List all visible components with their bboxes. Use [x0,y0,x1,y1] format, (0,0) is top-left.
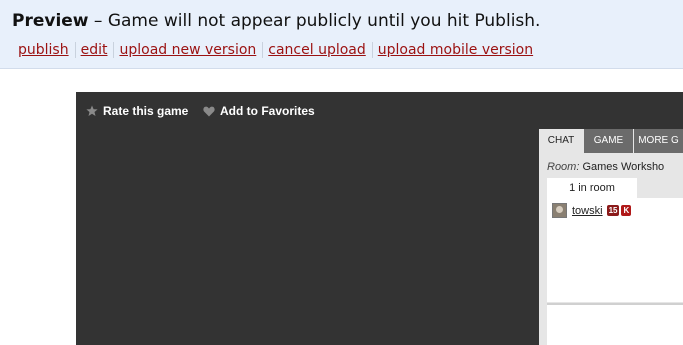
preview-title: Preview [12,11,89,31]
rate-game-button[interactable]: Rate this game [86,104,188,118]
tab-game[interactable]: GAME [584,129,633,153]
add-to-favorites-button[interactable]: Add to Favorites [203,104,315,118]
room-name: Games Worksho [582,161,665,173]
rate-game-label: Rate this game [103,104,189,118]
tab-more-games[interactable]: MORE G [634,129,683,153]
heart-icon [203,106,215,116]
avatar [552,203,567,218]
room-info: Room: Games Worksho [547,161,664,173]
room-count-tab[interactable]: 1 in room [547,178,637,198]
star-icon [86,105,98,116]
chat-panel: CHAT GAME MORE G Room: Games Worksho 1 i… [539,129,683,345]
user-list-item[interactable]: towski 15 K [552,203,633,218]
upload-new-version-link[interactable]: upload new version [119,42,256,58]
link-separator [113,42,115,58]
username-link[interactable]: towski [572,205,603,217]
preview-notice: – Game will not appear publicly until yo… [88,11,541,31]
upload-mobile-version-link[interactable]: upload mobile version [378,42,533,58]
chat-messages-area [547,305,683,345]
add-to-favorites-label: Add to Favorites [220,104,315,118]
tab-chat[interactable]: CHAT [539,129,583,153]
room-tab-strip [637,178,683,198]
link-separator [262,42,264,58]
cancel-upload-link[interactable]: cancel upload [268,42,365,58]
level-badge: 15 [606,205,620,216]
developer-badge: K [621,205,632,216]
chat-tabs: CHAT GAME MORE G [539,129,683,153]
link-separator [74,42,76,58]
edit-link[interactable]: edit [81,42,108,58]
preview-bar: Preview – Game will not appear publicly … [0,0,683,69]
user-list: 1 in room towski 15 K [547,178,683,302]
room-label: Room: [547,161,580,173]
preview-actions: publish edit upload new version cancel uplo… [18,42,533,58]
link-separator [371,42,373,58]
publish-link[interactable]: publish [18,42,69,58]
preview-message: Preview – Game will not appear publicly … [12,11,540,31]
